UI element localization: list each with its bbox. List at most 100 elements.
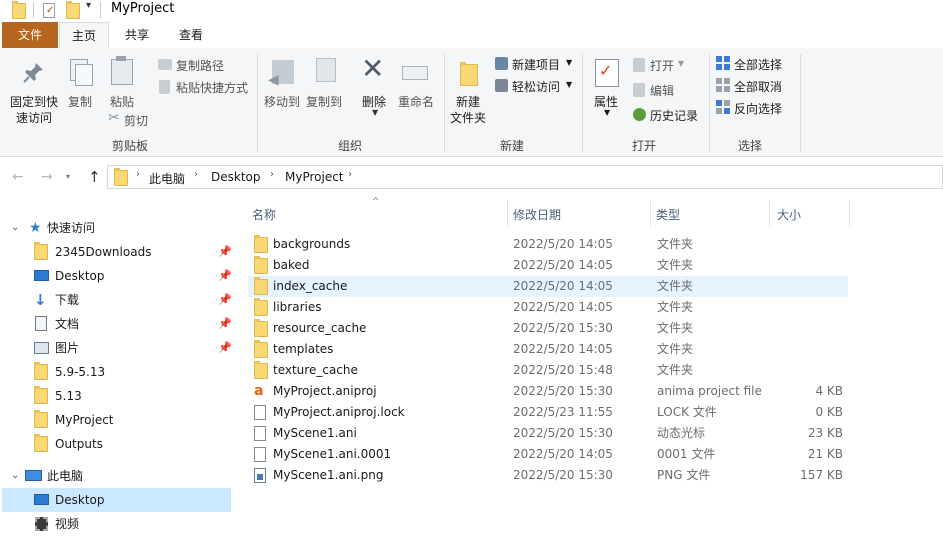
easy-access-icon: [495, 79, 508, 92]
rename-button[interactable]: 重命名: [396, 54, 438, 118]
table-row[interactable]: MyProject.aniproj.lock 2022/5/23 11:55 L…: [248, 402, 848, 423]
nav-item-outputs[interactable]: Outputs: [0, 432, 236, 456]
properties-button[interactable]: ✓ 属性 ▼: [590, 54, 624, 120]
chevron-down-icon[interactable]: ⌄: [11, 464, 19, 488]
forward-arrow-icon[interactable]: →: [41, 169, 53, 185]
edit-button[interactable]: 编辑: [632, 81, 702, 99]
nav-item-5-13[interactable]: 5.13: [0, 384, 236, 408]
select-all-button[interactable]: 全部选择: [716, 55, 796, 73]
table-row[interactable]: MyScene1.ani 2022/5/20 15:30 动态光标 23 KB: [248, 423, 848, 444]
chevron-right-icon[interactable]: ›: [348, 169, 352, 180]
cut-button[interactable]: ✂ 剪切: [106, 110, 156, 129]
file-type: LOCK 文件: [657, 405, 717, 419]
column-header-size[interactable]: 大小: [777, 205, 801, 225]
nav-item-myproject[interactable]: MyProject: [0, 408, 236, 432]
folder-icon: [34, 410, 48, 428]
column-separator[interactable]: [507, 200, 508, 226]
file-size: 157 KB: [800, 468, 843, 482]
chevron-right-icon[interactable]: ›: [136, 169, 140, 180]
nav-item-downloads[interactable]: ↓ 下载 📌: [0, 288, 236, 312]
move-to-button[interactable]: ◀ 移动到: [262, 54, 302, 118]
table-row[interactable]: backgrounds 2022/5/20 14:05 文件夹: [248, 234, 848, 255]
open-button[interactable]: 打开 ▼: [632, 56, 702, 74]
column-header-modified[interactable]: 修改日期: [513, 205, 561, 225]
new-folder-quick-icon[interactable]: [66, 1, 80, 19]
address-bar[interactable]: › 此电脑 › Desktop › MyProject ›: [107, 165, 943, 189]
clipboard-clip: [116, 56, 126, 61]
copy-path-button[interactable]: 复制路径: [156, 56, 256, 74]
nav-item-videos[interactable]: 视频: [0, 512, 236, 536]
column-separator[interactable]: [769, 200, 770, 226]
nav-this-pc[interactable]: ⌄ 此电脑: [0, 464, 236, 488]
nav-item-pc-desktop[interactable]: Desktop: [2, 488, 231, 512]
breadcrumb-desktop[interactable]: Desktop: [211, 170, 261, 184]
table-row[interactable]: baked 2022/5/20 14:05 文件夹: [248, 255, 848, 276]
file-name: MyProject.aniproj: [273, 384, 377, 398]
file-modified: 2022/5/20 14:05: [513, 279, 613, 293]
ribbon: 固定到快 速访问 复制 粘贴 复制路径 粘贴快捷方式 ✂ 剪切 剪贴板 ◀ 移动…: [0, 48, 943, 157]
nav-item-label: 图片: [55, 341, 80, 355]
paste-shortcut-button[interactable]: 粘贴快捷方式: [156, 78, 256, 96]
column-separator[interactable]: [650, 200, 651, 226]
chevron-right-icon[interactable]: ›: [270, 169, 274, 180]
copy-to-button[interactable]: 复制到: [304, 54, 346, 118]
tab-home[interactable]: 主页: [59, 22, 109, 49]
table-row[interactable]: libraries 2022/5/20 14:05 文件夹: [248, 297, 848, 318]
file-name: baked: [273, 258, 310, 272]
invert-selection-button[interactable]: 反向选择: [716, 99, 796, 117]
column-separator[interactable]: [849, 200, 850, 226]
table-row[interactable]: index_cache 2022/5/20 14:05 文件夹: [248, 276, 848, 297]
edit-icon: [633, 83, 645, 97]
download-icon: ↓: [34, 291, 47, 309]
copy-icon-back: [75, 64, 93, 86]
history-button[interactable]: 历史记录: [632, 106, 708, 124]
png-file-icon: [254, 468, 266, 483]
breadcrumb-myproject[interactable]: MyProject: [285, 170, 344, 184]
nav-item-pictures[interactable]: 图片 📌: [0, 336, 236, 360]
select-none-button[interactable]: 全部取消: [716, 77, 796, 95]
nav-item-desktop[interactable]: Desktop 📌: [0, 264, 236, 288]
table-row[interactable]: templates 2022/5/20 14:05 文件夹: [248, 339, 848, 360]
file-type: 动态光标: [657, 426, 706, 440]
tab-view[interactable]: 查看: [166, 22, 216, 48]
table-row[interactable]: texture_cache 2022/5/20 15:48 文件夹: [248, 360, 848, 381]
table-row[interactable]: MyScene1.ani.png 2022/5/20 15:30 PNG 文件 …: [248, 465, 848, 486]
nav-item-5-9-5-13[interactable]: 5.9-5.13: [0, 360, 236, 384]
chevron-down-icon: ▼: [566, 80, 573, 89]
table-row[interactable]: a MyProject.aniproj 2022/5/20 15:30 anim…: [248, 381, 848, 402]
properties-quick-icon[interactable]: ✓: [43, 3, 55, 18]
new-folder-button[interactable]: 新建 文件夹: [448, 54, 492, 130]
delete-button[interactable]: ✕ 删除 ▼: [358, 54, 392, 118]
table-row[interactable]: MyScene1.ani.0001 2022/5/20 14:05 0001 文…: [248, 444, 848, 465]
pin-to-quick-access-button[interactable]: 固定到快 速访问: [4, 54, 64, 134]
copy-button[interactable]: 复制: [66, 54, 98, 118]
column-header-name[interactable]: 名称: [252, 205, 276, 225]
pictures-icon: [34, 342, 49, 354]
easy-access-button[interactable]: 轻松访问 ▼: [494, 77, 578, 95]
folder-icon: [254, 298, 268, 316]
customize-quick-access-icon[interactable]: ▾: [86, 0, 91, 11]
new-item-button[interactable]: 新建项目 ▼: [494, 55, 578, 73]
nav-item-label: 5.13: [55, 389, 82, 403]
back-arrow-icon[interactable]: ←: [12, 169, 24, 185]
nav-quick-access[interactable]: ⌄ ★ 快速访问: [0, 216, 236, 240]
up-arrow-icon[interactable]: ↑: [88, 168, 101, 186]
table-row[interactable]: resource_cache 2022/5/20 15:30 文件夹: [248, 318, 848, 339]
folder-icon: [114, 168, 128, 186]
copy-to-label: 复制到: [306, 95, 343, 109]
chevron-down-icon[interactable]: ⌄: [11, 216, 19, 240]
paste-button[interactable]: 粘贴: [106, 54, 140, 118]
nav-item-documents[interactable]: 文档 📌: [0, 312, 236, 336]
tab-file[interactable]: 文件: [2, 22, 58, 48]
window-title: MyProject: [111, 1, 175, 16]
file-type: 文件夹: [657, 363, 694, 377]
column-header-type[interactable]: 类型: [656, 205, 680, 225]
this-pc-label: 此电脑: [47, 469, 84, 483]
breadcrumb-this-pc[interactable]: 此电脑: [149, 170, 185, 187]
file-name: index_cache: [273, 279, 348, 293]
ribbon-tabs: 文件 主页 共享 查看: [0, 22, 943, 49]
chevron-right-icon[interactable]: ›: [194, 169, 198, 180]
nav-item-2345downloads[interactable]: 2345Downloads 📌: [0, 240, 236, 264]
recent-locations-chevron-icon[interactable]: ▾: [66, 172, 70, 181]
tab-share[interactable]: 共享: [112, 22, 162, 48]
